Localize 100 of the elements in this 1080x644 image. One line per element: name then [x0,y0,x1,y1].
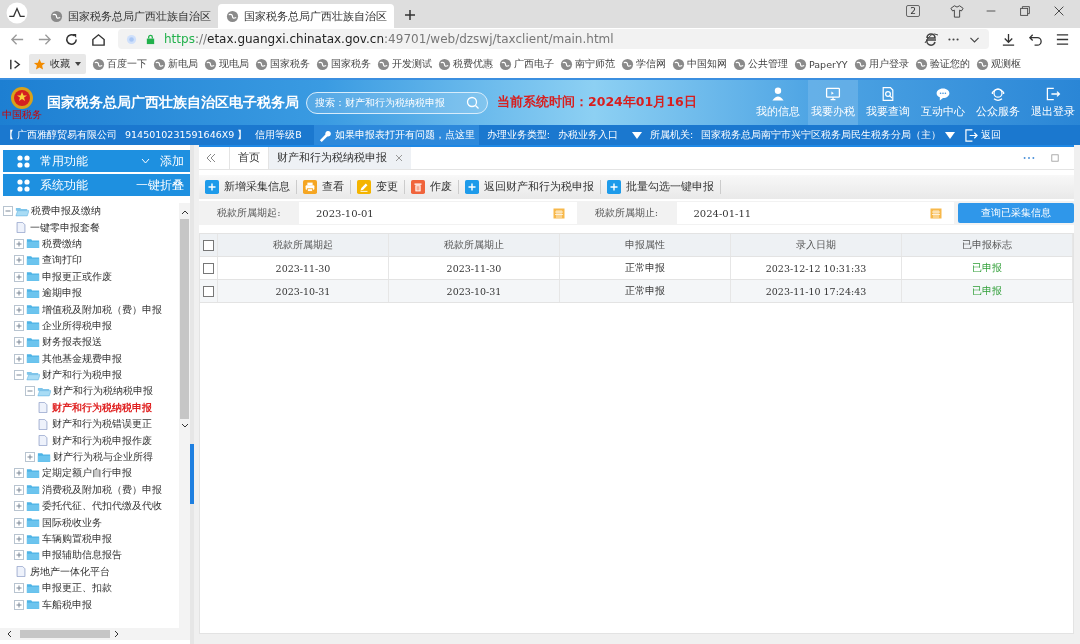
reload-icon[interactable] [64,31,79,47]
tree-item[interactable]: 增值税及附加税（费）申报 [42,302,162,317]
expand-icon[interactable] [25,452,35,463]
browser-tab[interactable]: 国家税务总局广西壮族自治区 [218,4,394,28]
expand-icon[interactable] [14,517,24,528]
bookmark-link[interactable]: 观测枢 [975,57,1021,71]
tree-item[interactable]: 财产和行为税申报作废 [52,433,152,448]
collapse-icon[interactable] [25,386,35,397]
tree-item[interactable]: 财产和行为税纳税申报 [52,400,152,415]
business-type-select[interactable]: 办税业务入口 [558,128,643,142]
download-icon[interactable] [1001,31,1016,47]
bookmark-link[interactable]: 国家税务 [316,57,371,71]
scroll-right-icon[interactable] [114,630,120,638]
bookmark-link[interactable]: 南宁师范 [560,57,615,71]
tree-item[interactable]: 财产行为税与企业所得 [53,450,153,465]
tree-item[interactable]: 财产和行为税错误更正 [52,417,152,432]
tree-item[interactable]: 财务报表报送 [42,335,102,350]
row-checkbox[interactable] [203,262,214,274]
bookmark-link[interactable]: 新电局 [153,57,198,71]
home-icon[interactable] [91,31,106,47]
shirt-icon[interactable] [950,3,964,18]
scrollbar[interactable] [179,203,190,628]
tree-item[interactable]: 定期定额户自行申报 [42,466,132,481]
tree-item[interactable]: 委托代征、代扣代缴及代收 [42,499,162,514]
bookmark-link[interactable]: 中国知网 [672,57,727,71]
tree-item[interactable]: 车船税申报 [42,597,92,612]
bookmark-link[interactable]: 公共管理 [733,57,788,71]
tree-item[interactable]: 查询打印 [42,253,82,268]
tree-item[interactable]: 财产和行为税纳税申报 [53,384,153,399]
calendar-icon[interactable] [552,207,565,219]
horizontal-scrollbar[interactable] [0,628,190,640]
date-field[interactable]: 2023-10-01 [299,202,577,224]
favorites-button[interactable]: 收藏 [29,54,86,74]
back-button[interactable]: 返回 [965,128,1002,142]
bookmark-link[interactable]: 验证您的 [914,57,970,71]
toolbar-button[interactable]: 新增采集信息 [205,180,290,194]
caret-icon[interactable] [945,131,956,139]
expand-icon[interactable] [14,288,24,299]
select-all-checkbox[interactable] [203,239,214,251]
expand-icon[interactable] [14,304,24,315]
collapse-icon[interactable] [14,370,24,381]
toolbar-button[interactable]: 变更 [357,180,398,194]
toolbar-button[interactable]: 返回财产和行为税申报 [465,180,594,194]
bookmark-link[interactable]: 百度一下 [92,57,147,71]
caret-icon[interactable] [632,131,643,139]
address-field[interactable]: https://etax.guangxi.chinatax.gov.cn:49701/web/dzswj/taxclient/main.html [118,29,989,49]
scroll-up-icon[interactable] [180,209,189,215]
tree-item[interactable]: 消费税及附加税（费）申报 [42,482,162,497]
tree-item[interactable]: 税费缴纳 [42,236,82,251]
new-tab-icon[interactable] [404,9,416,21]
scroll-left-icon[interactable] [6,630,12,638]
bookmark-link[interactable]: 开发测试 [377,57,432,71]
bookmark-link[interactable]: 学信网 [621,57,666,71]
caret-icon[interactable] [74,60,82,68]
page-tab[interactable]: 财产和行为税纳税申报 [268,147,411,169]
date-field[interactable]: 2024-01-11 [676,202,954,224]
tree-item[interactable]: 企业所得税申报 [42,318,112,333]
expand-icon[interactable] [14,238,24,249]
scroll-down-icon[interactable] [180,423,189,429]
more-icon[interactable] [1022,154,1036,162]
tree-item[interactable]: 其他基金规费申报 [42,351,122,366]
bookmark-link[interactable]: 税费优惠 [438,57,493,71]
expand-icon[interactable] [14,337,24,348]
tree-item[interactable]: 财产和行为税申报 [42,368,122,383]
search-icon[interactable] [466,95,480,110]
expand-icon[interactable] [14,550,24,561]
toolbar-button[interactable]: 作废 [411,180,452,194]
maximize-icon[interactable] [1048,154,1062,162]
tree-item[interactable]: 车辆购置税申报 [42,532,112,546]
bookmark-link[interactable]: PaperYY [794,57,848,71]
bookmark-link[interactable]: 现电局 [204,57,249,71]
menu-icon[interactable] [1055,31,1070,47]
expand-icon[interactable] [14,534,24,544]
chevron-down-icon[interactable] [141,158,150,164]
tree-item[interactable]: 一键零申报套餐 [30,220,100,235]
bookmark-link[interactable]: 国家税务 [255,57,310,71]
expand-icon[interactable] [14,583,24,594]
expand-icon[interactable] [14,320,24,331]
collapse-icon[interactable] [3,206,13,217]
tree-item[interactable]: 申报更正或作废 [42,269,112,284]
tab-count-button[interactable]: 2 [906,5,920,17]
calendar-icon[interactable] [930,207,942,219]
search-field[interactable]: 搜索：财产和行为税纳税申报 [306,91,488,114]
expand-icon[interactable] [14,599,24,610]
restore-icon[interactable] [1018,3,1032,18]
bookmark-link[interactable]: 用户登录 [853,57,909,71]
expand-icon[interactable] [14,255,24,266]
tree-item[interactable]: 房地产一体化平台 [30,564,110,579]
expand-icon[interactable] [14,501,24,512]
authority-select[interactable]: 国家税务总局南宁市兴宁区税务局民生税务分局（主） [701,128,956,142]
toolbar-button[interactable]: 查看 [303,180,344,194]
expand-icon[interactable] [14,484,24,495]
expand-icon[interactable] [14,468,24,479]
row-checkbox[interactable] [203,285,214,297]
expand-icon[interactable] [14,271,24,282]
tree-item[interactable]: 申报辅助信息报告 [42,548,122,563]
double-chevron-left-icon[interactable] [205,153,217,163]
bookmark-link[interactable]: 广西电子 [499,57,554,71]
tree-item[interactable]: 逾期申报 [42,286,82,301]
collapse-handle[interactable] [190,145,194,644]
